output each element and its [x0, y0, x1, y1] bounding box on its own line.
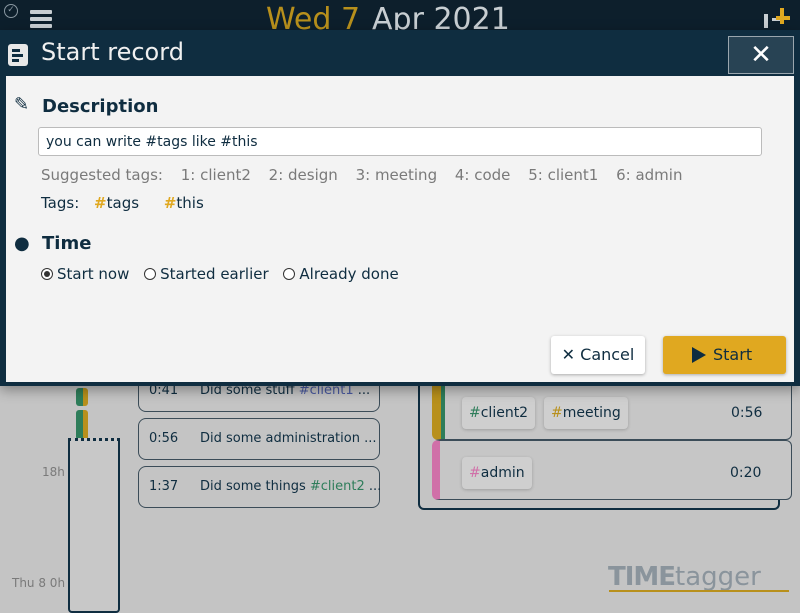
record-item[interactable]: 1:37 Did some things #client2 ...	[138, 466, 381, 508]
tags-row: Tags: #tags #this	[41, 194, 224, 212]
summary-record[interactable]: #client2 #meeting 0:56	[432, 380, 792, 440]
clock-icon: ●	[14, 233, 30, 254]
add-record-icon[interactable]	[762, 8, 792, 30]
suggested-tag[interactable]: 5: client1	[528, 166, 598, 184]
suggested-tag[interactable]: 2: design	[269, 166, 338, 184]
dialog-title: Start record	[41, 38, 184, 66]
tag: #this	[163, 194, 204, 212]
description-heading: Description	[42, 96, 159, 117]
pencil-icon: ✎	[14, 94, 30, 115]
dialog-body: ✎ Description Suggested tags: 1: client2…	[6, 76, 794, 382]
check-icon[interactable]: ✓	[4, 4, 18, 18]
axis-label: 18h	[42, 465, 65, 479]
timetagger-logo: TIMEtagger	[608, 562, 789, 592]
tag-chip[interactable]: #admin	[462, 457, 532, 489]
duration: 0:56	[731, 405, 763, 421]
description-input[interactable]	[38, 127, 762, 156]
start-record-dialog: Start record ✕ ✎ Description Suggested t…	[0, 30, 800, 386]
menu-icon[interactable]	[30, 10, 52, 31]
summary-record[interactable]: #admin 0:20	[432, 440, 792, 500]
play-icon	[692, 347, 706, 363]
tag: #tags	[94, 194, 140, 212]
x-icon: ✕	[561, 345, 576, 364]
suggested-tag[interactable]: 6: admin	[616, 166, 682, 184]
radio-already-done[interactable]: Already done	[283, 265, 399, 283]
suggested-tags: Suggested tags: 1: client2 2: design 3: …	[41, 166, 683, 184]
suggested-tag[interactable]: 4: code	[455, 166, 511, 184]
suggested-tag[interactable]: 3: meeting	[356, 166, 438, 184]
time-heading: Time	[42, 233, 92, 254]
time-options: Start now Started earlier Already done	[41, 265, 409, 284]
start-button[interactable]: Start	[663, 336, 786, 374]
dialog-header: Start record ✕	[6, 30, 794, 76]
close-button[interactable]: ✕	[728, 36, 794, 74]
record-item[interactable]: 0:56 Did some administration ...	[138, 418, 380, 460]
timeline-block[interactable]	[76, 410, 88, 440]
suggested-tag[interactable]: 1: client2	[181, 166, 251, 184]
duration: 0:20	[730, 465, 762, 481]
cancel-button[interactable]: ✕ Cancel	[551, 336, 645, 374]
axis-label: Thu 8 0h	[12, 576, 66, 590]
radio-start-now[interactable]: Start now	[41, 265, 129, 283]
tag-chip[interactable]: #meeting	[544, 397, 628, 429]
summary-panel: #client2 #meeting 0:56 #admin 0:20	[418, 380, 792, 510]
record-icon	[8, 44, 28, 66]
radio-started-earlier[interactable]: Started earlier	[144, 265, 269, 283]
timeline-block[interactable]	[76, 388, 88, 406]
day-column[interactable]	[68, 438, 120, 613]
tag-chip[interactable]: #client2	[462, 397, 536, 429]
